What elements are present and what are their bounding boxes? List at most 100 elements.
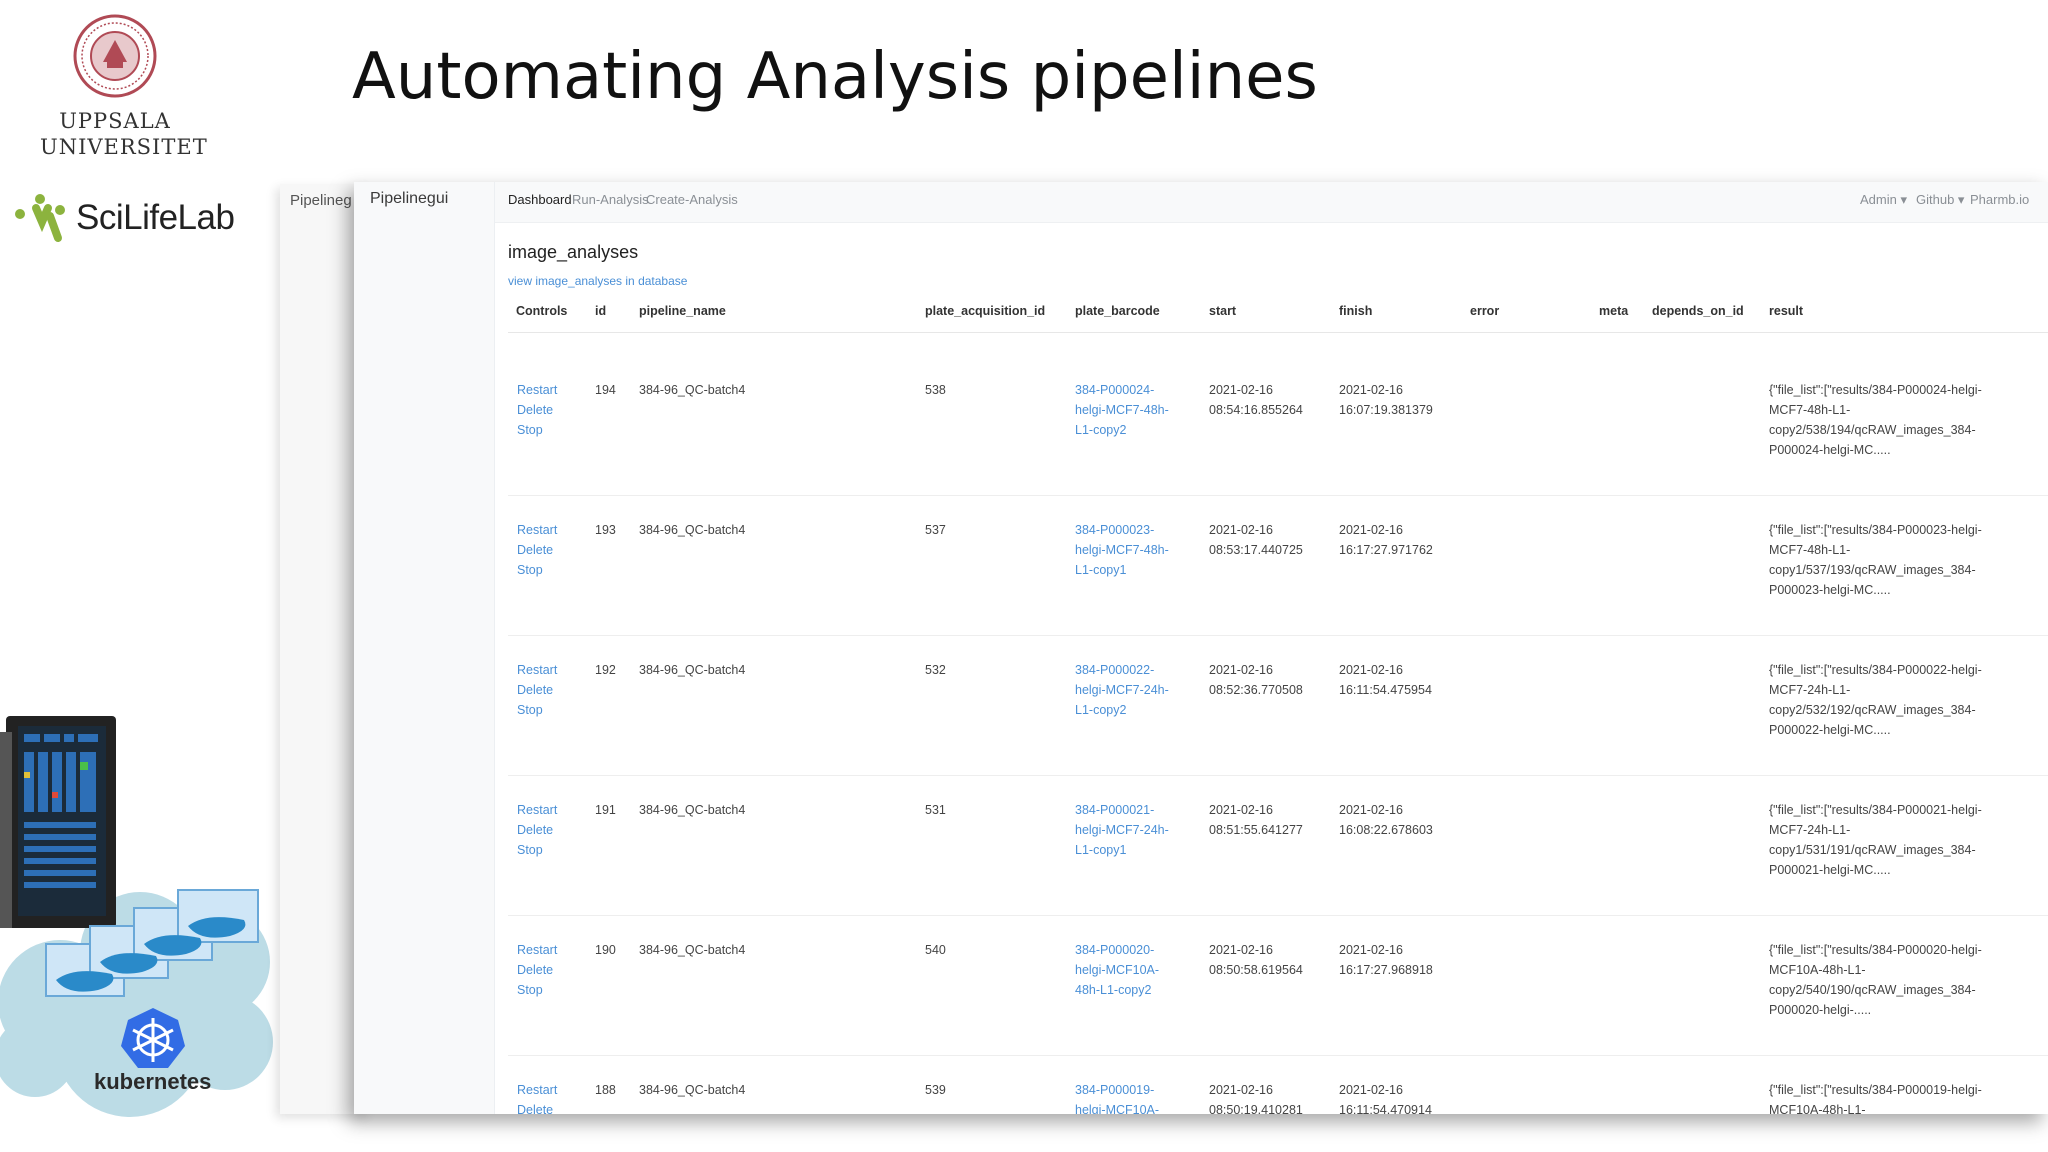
section-title: image_analyses: [508, 242, 639, 262]
cell-start: 2021-02-16 08:51:55.641277: [1209, 803, 1303, 837]
nav-admin-dropdown[interactable]: Admin ▾: [1860, 192, 1907, 208]
row-controls: RestartDeleteStop: [517, 940, 557, 1000]
stop-button[interactable]: Stop: [517, 700, 557, 720]
stop-button[interactable]: Stop: [517, 420, 557, 440]
cell-start: 2021-02-16 08:50:19.410281: [1209, 1083, 1303, 1114]
top-navbar: Dashboard Run-Analysis Create-Analysis A…: [495, 182, 2048, 223]
cell-finish: 2021-02-16 16:08:22.678603: [1339, 803, 1433, 837]
cell-result: {"file_list":["results/384-P000024-helgi…: [1769, 383, 1982, 457]
cell-plate-acquisition-id: 538: [925, 383, 946, 397]
table-row: Restart Delete Stop 192 384-96_QC-batch4 532 3…: [508, 636, 2048, 776]
cell-finish: 2021-02-16 16:17:27.971762: [1339, 523, 1433, 557]
stop-button[interactable]: Stop: [517, 560, 557, 580]
row-controls: RestartDeleteStop: [517, 1080, 557, 1114]
cell-start: 2021-02-16 08:54:16.855264: [1209, 383, 1303, 417]
cell-start: 2021-02-16 08:52:36.770508: [1209, 663, 1303, 697]
plate-barcode-link[interactable]: 384-P000022- helgi-MCF7-24h- L1-copy2: [1075, 660, 1169, 720]
cell-plate-acquisition-id: 537: [925, 523, 946, 537]
cell-result: {"file_list":["results/384-P000021-helgi…: [1769, 803, 1982, 877]
view-in-database-link[interactable]: view image_analyses in database: [508, 274, 687, 288]
table-row: Restart Delete Stop 190 384-96_QC-batch4 540 3…: [508, 916, 2048, 1056]
restart-button[interactable]: Restart: [517, 520, 557, 540]
plate-barcode-link[interactable]: 384-P000023- helgi-MCF7-48h- L1-copy1: [1075, 520, 1169, 580]
row-controls: RestartDeleteStop: [517, 660, 557, 720]
uppsala-seal-icon: [73, 14, 157, 98]
nav-github-dropdown[interactable]: Github ▾: [1916, 192, 1964, 208]
plate-barcode-link[interactable]: 384-P000024- helgi-MCF7-48h- L1-copy2: [1075, 380, 1169, 440]
scilifelab-mark-icon: [15, 194, 65, 242]
app-brand[interactable]: Pipelinegui: [370, 190, 448, 208]
cell-plate-acquisition-id: 540: [925, 943, 946, 957]
column-header-error: error: [1470, 304, 1500, 318]
column-header-depends-on-id: depends_on_id: [1652, 304, 1744, 318]
scilifelab-logo: SciLifeLab: [12, 192, 272, 246]
scilifelab-text: SciLifeLab: [76, 198, 235, 237]
delete-button[interactable]: Delete: [517, 820, 557, 840]
cell-finish: 2021-02-16 16:17:27.968918: [1339, 943, 1433, 977]
infrastructure-graphic: kubernetes: [0, 712, 275, 1132]
table-row: Restart Delete Stop 191 384-96_QC-batch4 531 3…: [508, 776, 2048, 916]
column-header-finish: finish: [1339, 304, 1373, 318]
column-header-controls: Controls: [516, 304, 568, 318]
nav-dashboard[interactable]: Dashboard: [508, 192, 572, 207]
stop-button[interactable]: Stop: [517, 980, 557, 1000]
table-row: Restart Delete Stop 193 384-96_QC-batch4 537 3…: [508, 496, 2048, 636]
nav-pharmb-link[interactable]: Pharmb.io: [1970, 192, 2029, 207]
restart-button[interactable]: Restart: [517, 1080, 557, 1100]
restart-button[interactable]: Restart: [517, 800, 557, 820]
nav-run-analysis[interactable]: Run-Analysis: [572, 192, 649, 207]
cell-pipeline-name: 384-96_QC-batch4: [639, 803, 746, 817]
stop-button[interactable]: Stop: [517, 840, 557, 860]
cell-plate-acquisition-id: 531: [925, 803, 946, 817]
cell-plate-acquisition-id: 539: [925, 1083, 946, 1097]
plate-barcode-link[interactable]: 384-P000020- helgi-MCF10A- 48h-L1-copy2: [1075, 940, 1159, 1000]
column-header-id: id: [595, 304, 607, 318]
table-row: RestartDeleteStop 188 384-96_QC-batch4 539 3…: [508, 1056, 2048, 1114]
cell-result: {"file_list":["results/384-P000020-helgi…: [1769, 943, 1982, 1017]
row-controls: RestartDeleteStop: [517, 800, 557, 860]
cell-id: 192: [595, 663, 616, 677]
cell-finish: 2021-02-16 16:11:54.470914: [1339, 1083, 1432, 1114]
uppsala-line1: UPPSALA: [59, 109, 171, 133]
restart-button[interactable]: Restart: [517, 380, 557, 400]
nav-create-analysis[interactable]: Create-Analysis: [646, 192, 738, 207]
cell-pipeline-name: 384-96_QC-batch4: [639, 663, 746, 677]
plate-barcode-link[interactable]: 384-P000019-helgi-MCF10A-48h-L1-copy1: [1075, 1080, 1159, 1114]
cell-start: 2021-02-16 08:50:58.619564: [1209, 943, 1303, 977]
server-rack-icon: [0, 716, 116, 928]
row-controls: RestartDeleteStop: [517, 520, 557, 580]
column-header-result: result: [1769, 304, 1804, 318]
kubernetes-label: kubernetes: [94, 1069, 212, 1094]
delete-button[interactable]: Delete: [517, 1100, 557, 1114]
cell-start: 2021-02-16 08:53:17.440725: [1209, 523, 1303, 557]
cell-result: {"file_list":["results/384-P000019-helgi…: [1769, 1083, 1982, 1114]
slide-title: Automating Analysis pipelines: [352, 40, 1318, 114]
table-row: Restart Delete Stop 194 384-96_QC-batch4 538 3…: [508, 356, 2048, 496]
column-header-plate-barcode: plate_barcode: [1075, 304, 1160, 318]
column-header-start: start: [1209, 304, 1237, 318]
delete-button[interactable]: Delete: [517, 540, 557, 560]
cell-pipeline-name: 384-96_QC-batch4: [639, 383, 746, 397]
cell-pipeline-name: 384-96_QC-batch4: [639, 943, 746, 957]
uppsala-logo: UPPSALA UNIVERSITET: [40, 14, 208, 160]
cell-id: 188: [595, 1083, 616, 1097]
app-window: Pipelinegui Dashboard Run-Analysis Creat…: [354, 182, 2048, 1114]
cell-pipeline-name: 384-96_QC-batch4: [639, 523, 746, 537]
uppsala-line2: UNIVERSITET: [40, 135, 208, 159]
background-window-title: Pipelineg: [290, 192, 352, 209]
restart-button[interactable]: Restart: [517, 660, 557, 680]
cell-id: 194: [595, 383, 616, 397]
restart-button[interactable]: Restart: [517, 940, 557, 960]
app-sidebar: Pipelinegui: [354, 182, 495, 1114]
delete-button[interactable]: Delete: [517, 960, 557, 980]
cell-pipeline-name: 384-96_QC-batch4: [639, 1083, 746, 1097]
cell-plate-acquisition-id: 532: [925, 663, 946, 677]
cell-result: {"file_list":["results/384-P000023-helgi…: [1769, 523, 1982, 597]
delete-button[interactable]: Delete: [517, 680, 557, 700]
cell-id: 191: [595, 803, 616, 817]
cell-id: 193: [595, 523, 616, 537]
delete-button[interactable]: Delete: [517, 400, 557, 420]
column-header-pipeline-name: pipeline_name: [639, 304, 726, 318]
plate-barcode-link[interactable]: 384-P000021- helgi-MCF7-24h- L1-copy1: [1075, 800, 1169, 860]
cell-id: 190: [595, 943, 616, 957]
